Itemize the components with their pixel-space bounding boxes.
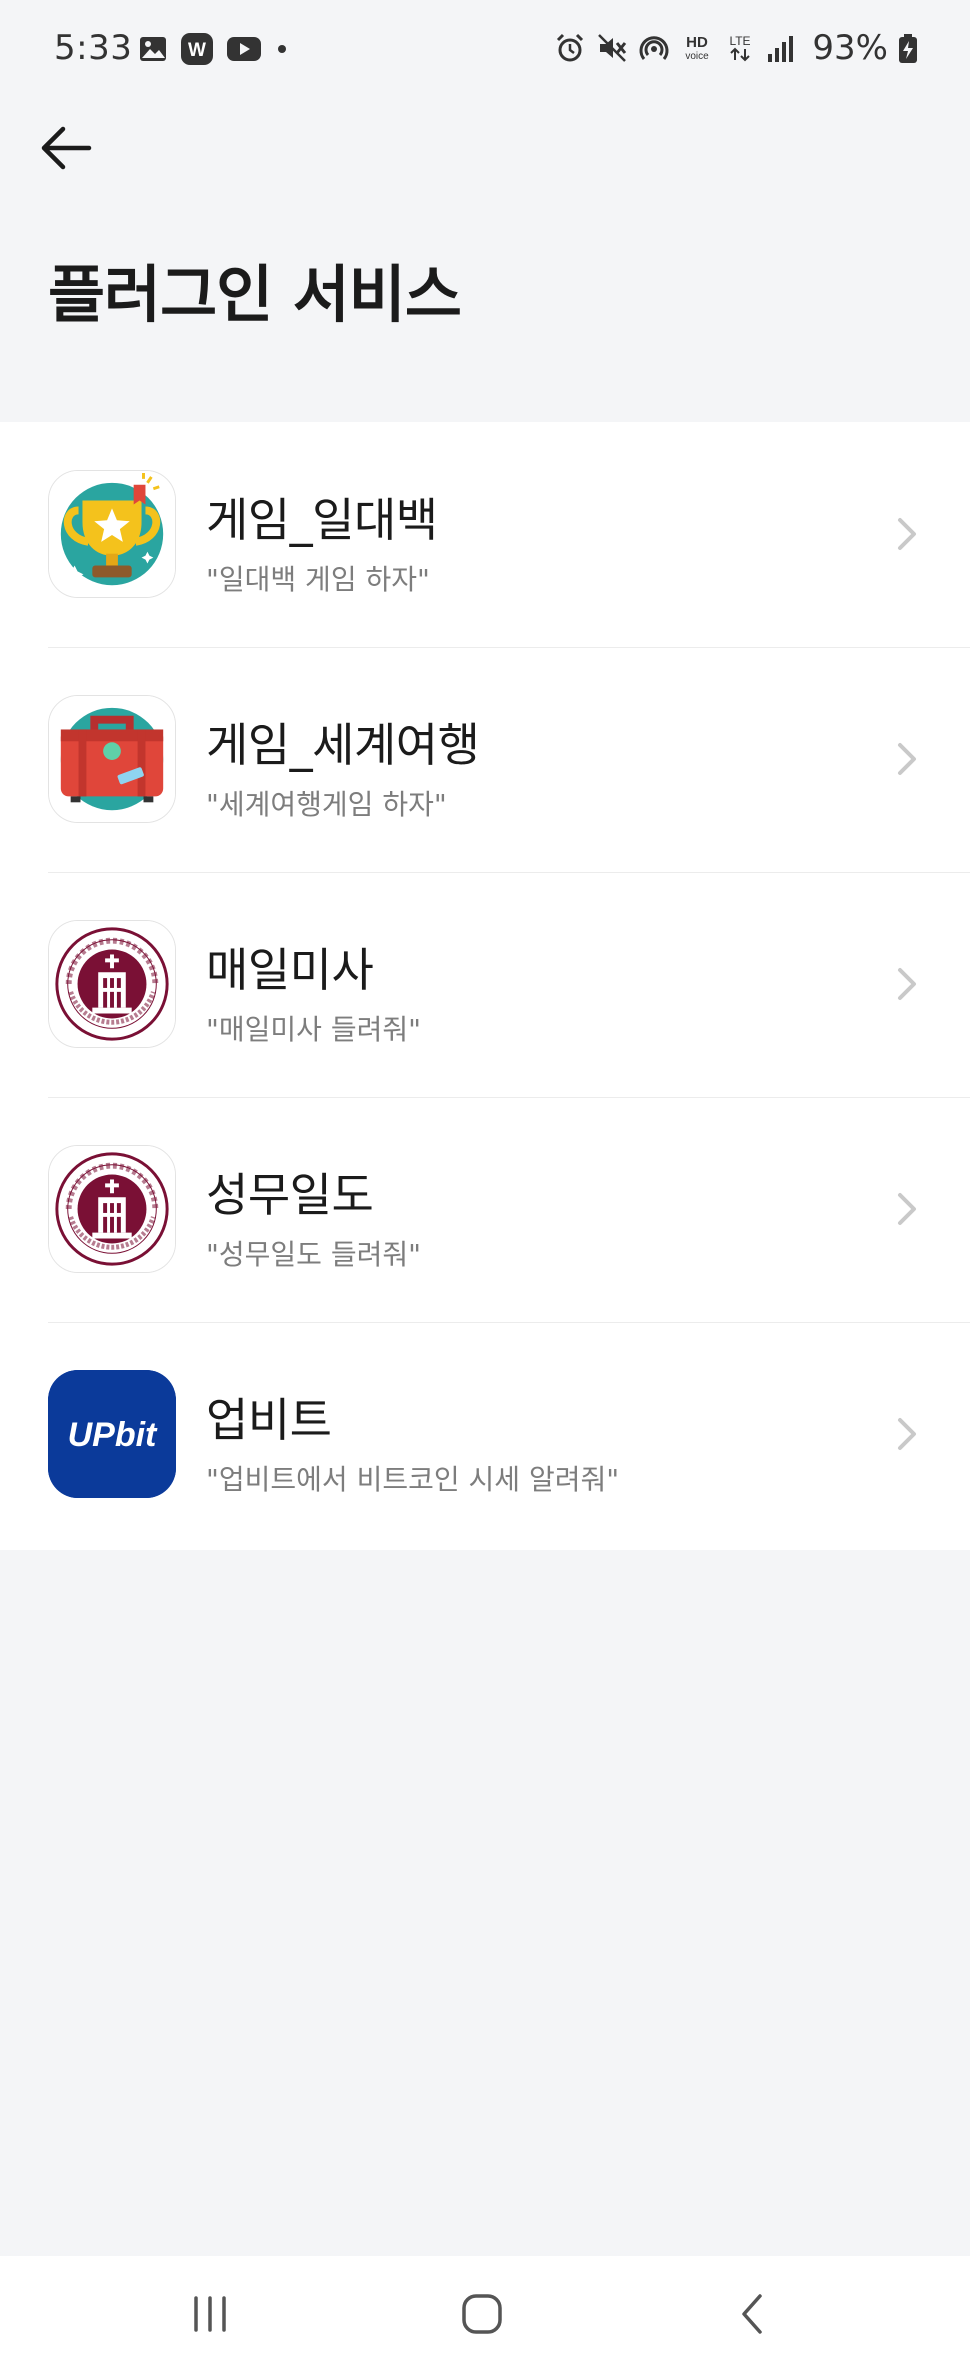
plugin-subtitle: "성무일도 들려줘": [206, 1238, 421, 1271]
w-app-icon: W: [180, 32, 214, 66]
home-icon: [462, 2294, 502, 2334]
upbit-logo-icon: UPbit: [48, 1370, 176, 1498]
plugin-list: 게임_일대백 "일대백 게임 하자" 게임_세계여행 "세계여행게임 하자" 매…: [0, 422, 970, 1550]
mute-icon: [596, 32, 628, 64]
hotspot-icon: [638, 32, 670, 64]
system-navigation-bar: [0, 2256, 970, 2371]
back-button[interactable]: [34, 116, 98, 180]
chevron-right-icon: [898, 743, 916, 775]
plugin-subtitle: "세계여행게임 하자": [206, 788, 447, 821]
suitcase-icon: [48, 695, 176, 823]
plugin-item-game-world-travel[interactable]: 게임_세계여행 "세계여행게임 하자": [0, 647, 970, 872]
lte-icon: LTE: [724, 32, 756, 64]
dot-icon: [274, 34, 290, 64]
upbit-logo-text: UPbit: [68, 1416, 158, 1454]
recent-apps-icon: [194, 2296, 226, 2332]
chevron-right-icon: [898, 1418, 916, 1450]
youtube-icon: [226, 34, 262, 64]
gallery-icon: [138, 34, 168, 64]
hd-label: HD: [687, 34, 709, 51]
plugin-title: 매일미사: [206, 943, 374, 997]
page-title: 플러그인 서비스: [48, 258, 462, 331]
home-button[interactable]: [442, 2282, 522, 2346]
plugin-item-daily-mass[interactable]: 매일미사 "매일미사 들려줘": [0, 872, 970, 1097]
plugin-title: 업비트: [206, 1393, 332, 1447]
plugin-subtitle: "일대백 게임 하자": [206, 563, 430, 596]
recent-apps-button[interactable]: [170, 2282, 250, 2346]
plugin-subtitle: "매일미사 들려줘": [206, 1013, 421, 1046]
alarm-icon: [554, 32, 586, 64]
chevron-right-icon: [898, 518, 916, 550]
plugin-title: 게임_일대백: [206, 493, 438, 547]
plugin-title: 게임_세계여행: [206, 718, 480, 772]
arrow-left-icon: [41, 126, 92, 170]
status-bar: 5:33 W HD voice LTE 93%: [0, 0, 970, 104]
plugin-item-liturgy-of-hours[interactable]: 성무일도 "성무일도 들려줘": [0, 1097, 970, 1322]
plugin-item-game-1-vs-100[interactable]: 게임_일대백 "일대백 게임 하자": [0, 422, 970, 647]
trophy-icon: [48, 470, 176, 598]
status-system-icons: HD voice LTE 93%: [554, 28, 918, 68]
battery-charging-icon: [898, 32, 918, 64]
signal-icon: [766, 32, 796, 64]
plugin-item-upbit[interactable]: UPbit 업비트 "업비트에서 비트코인 시세 알려줘": [0, 1322, 970, 1547]
archdiocese-seal-icon: [48, 1145, 176, 1273]
voice-label: voice: [686, 51, 710, 62]
battery-percentage: 93%: [812, 28, 888, 68]
archdiocese-seal-icon: [48, 920, 176, 1048]
status-notification-icons: W: [138, 32, 290, 66]
chevron-right-icon: [898, 1193, 916, 1225]
hd-voice-icon: HD voice: [680, 32, 714, 64]
plugin-subtitle: "업비트에서 비트코인 시세 알려줘": [206, 1463, 620, 1496]
back-nav-icon: [742, 2294, 762, 2334]
chevron-right-icon: [898, 968, 916, 1000]
lte-label: LTE: [730, 34, 751, 48]
back-nav-button[interactable]: [714, 2282, 794, 2346]
plugin-title: 성무일도: [206, 1168, 374, 1222]
status-time: 5:33: [54, 28, 133, 68]
w-app-label: W: [188, 40, 206, 61]
